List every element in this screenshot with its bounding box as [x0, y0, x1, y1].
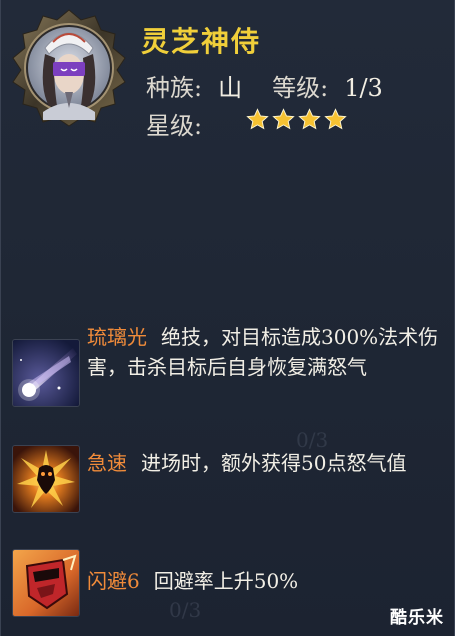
character-avatar[interactable]: [9, 8, 129, 128]
star-icon: [298, 108, 321, 130]
skill-2-name: 急速: [87, 451, 127, 475]
star-rating: [246, 108, 347, 131]
skill-2-text: 急速 进场时，额外获得50点怒气值: [87, 448, 447, 478]
level-value: 1/3: [344, 74, 383, 102]
level-label: 等级:: [272, 74, 329, 102]
race-label: 种族:: [146, 74, 203, 102]
dodge-mask-icon[interactable]: [12, 549, 80, 617]
avatar-portrait: [12, 9, 126, 127]
haste-burst-icon[interactable]: [12, 445, 80, 513]
crystal-light-comet-icon[interactable]: [12, 339, 80, 407]
race-level-row: 种族: 山 等级: 1/3: [146, 68, 383, 103]
race-value: 山: [218, 74, 243, 102]
faded-progress-text-2: 0/3: [169, 598, 202, 622]
character-name: 灵芝神侍: [141, 25, 262, 58]
star-row: 星级:: [146, 106, 202, 141]
star-icon: [246, 108, 269, 130]
skill-1-name: 琉璃光: [87, 325, 147, 349]
skill-2-description: 进场时，额外获得50点怒气值: [141, 451, 407, 475]
character-info-panel: 灵芝神侍 种族: 山 等级: 1/3 星级: 琉璃光 绝技，对目标造成300%法术…: [0, 0, 455, 636]
skill-1-text: 琉璃光 绝技，对目标造成300%法术伤害，击杀目标后自身恢复满怒气: [87, 322, 447, 382]
star-icon: [324, 108, 347, 130]
star-label: 星级:: [146, 112, 203, 140]
skill-3-name: 闪避6: [87, 569, 140, 593]
star-icon: [272, 108, 295, 130]
skill-3-text: 闪避6 回避率上升50%: [87, 566, 447, 596]
watermark: 酷乐米: [390, 608, 444, 628]
skill-3-description: 回避率上升50%: [153, 569, 299, 593]
